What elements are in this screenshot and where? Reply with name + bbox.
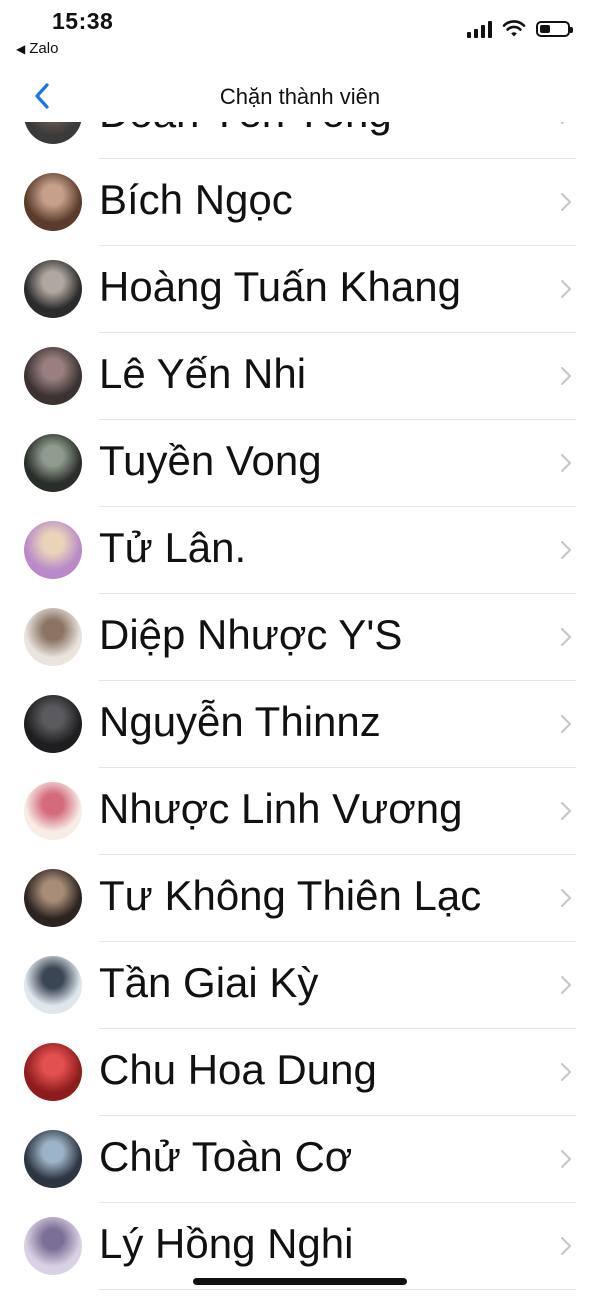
- member-name: Tư Không Thiên Lạc: [99, 872, 482, 919]
- member-name: Lê Yến Nhi: [99, 350, 307, 397]
- chevron-right-icon: [560, 279, 572, 299]
- chevron-right-icon: [560, 1149, 572, 1169]
- avatar: [24, 608, 82, 666]
- battery-icon: [536, 21, 573, 37]
- member-row[interactable]: Lê Yến Nhi: [0, 333, 600, 420]
- chevron-right-icon: [560, 453, 572, 473]
- member-name: Chử Toàn Cơ: [99, 1133, 353, 1180]
- member-name: Lý Hồng Nghi: [99, 1220, 354, 1267]
- avatar: [24, 1217, 82, 1275]
- avatar: [24, 122, 82, 144]
- cellular-signal-icon: [467, 20, 492, 38]
- member-row[interactable]: Tần Giai Kỳ: [0, 942, 600, 1029]
- navigation-bar: Chặn thành viên: [0, 70, 600, 122]
- member-row[interactable]: Tử Lân.: [0, 507, 600, 594]
- avatar: [24, 521, 82, 579]
- avatar: [24, 434, 82, 492]
- chevron-right-icon: [560, 122, 565, 125]
- avatar: [24, 956, 82, 1014]
- blocked-member-list[interactable]: Đoàn Yến Tống Bích Ngọc Hoàng Tuấn Khang Lê…: [0, 122, 600, 1299]
- member-row[interactable]: Tuyền Vong: [0, 420, 600, 507]
- avatar: [24, 260, 82, 318]
- member-row[interactable]: Tư Không Thiên Lạc: [0, 855, 600, 942]
- member-name: Hoàng Tuấn Khang: [99, 263, 461, 310]
- status-bar: 15:38 ◀ Zalo: [0, 0, 600, 70]
- member-name: Đoàn Yến Tống: [99, 122, 392, 137]
- member-name: Chu Hoa Dung: [99, 1046, 377, 1093]
- home-indicator[interactable]: [193, 1278, 407, 1285]
- chevron-right-icon: [560, 366, 572, 386]
- wifi-icon: [502, 20, 526, 37]
- member-row[interactable]: Bích Ngọc: [0, 159, 600, 246]
- chevron-right-icon: [560, 975, 572, 995]
- member-row[interactable]: Chu Hoa Dung: [0, 1029, 600, 1116]
- chevron-right-icon: [560, 801, 572, 821]
- avatar: [24, 347, 82, 405]
- member-row[interactable]: Đoàn Yến Tống: [0, 122, 600, 159]
- member-name: Tần Giai Kỳ: [99, 959, 319, 1006]
- member-name: Nhược Linh Vương: [99, 785, 463, 832]
- member-row[interactable]: Hoàng Tuấn Khang: [0, 246, 600, 333]
- member-row[interactable]: Chử Toàn Cơ: [0, 1116, 600, 1203]
- avatar: [24, 869, 82, 927]
- member-name: Tử Lân.: [99, 524, 247, 571]
- back-triangle-icon: ◀: [16, 41, 26, 56]
- chevron-right-icon: [560, 540, 572, 560]
- chevron-right-icon: [560, 714, 572, 734]
- page-title: Chặn thành viên: [219, 84, 381, 109]
- chevron-right-icon: [560, 1236, 572, 1256]
- avatar: [24, 1043, 82, 1101]
- avatar: [24, 782, 82, 840]
- avatar: [24, 1130, 82, 1188]
- status-indicators: [467, 20, 573, 38]
- member-name: Nguyễn Thinnz: [99, 698, 381, 745]
- battery-level: [540, 25, 551, 33]
- row-divider: [99, 1289, 576, 1290]
- member-row[interactable]: Nhược Linh Vương: [0, 768, 600, 855]
- status-time: 15:38: [52, 8, 114, 34]
- member-row[interactable]: Lý Hồng Nghi: [0, 1203, 600, 1290]
- back-to-app-link[interactable]: ◀ Zalo: [16, 40, 58, 57]
- member-name: Diệp Nhược Y'S: [99, 611, 403, 658]
- back-app-label: Zalo: [29, 40, 59, 57]
- chevron-right-icon: [560, 1062, 572, 1082]
- avatar: [24, 173, 82, 231]
- member-row[interactable]: Nguyễn Thinnz: [0, 681, 600, 768]
- chevron-right-icon: [560, 888, 572, 908]
- member-name: Bích Ngọc: [99, 176, 293, 223]
- member-row[interactable]: Diệp Nhược Y'S: [0, 594, 600, 681]
- avatar: [24, 695, 82, 753]
- chevron-right-icon: [560, 192, 572, 212]
- member-name: Tuyền Vong: [99, 437, 322, 484]
- chevron-right-icon: [560, 627, 572, 647]
